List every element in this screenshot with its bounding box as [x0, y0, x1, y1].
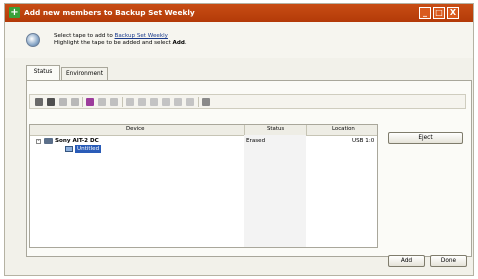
instruction-line-1: Select tape to add to Backup Set Weekly	[54, 33, 168, 39]
add-icon: +	[9, 7, 20, 18]
tape-drive-icon	[44, 138, 53, 144]
tab-environment[interactable]: Environment	[61, 67, 108, 80]
toolbar-separator	[198, 97, 199, 107]
tape-drive-icon	[26, 33, 40, 47]
done-button[interactable]: Done	[430, 255, 467, 267]
instruction-line-2: Highlight the tape to be added and selec…	[54, 40, 187, 46]
maximize-button[interactable]: □	[433, 7, 445, 19]
move-icon[interactable]	[110, 98, 118, 106]
toolbar	[29, 94, 466, 109]
backup-set-link[interactable]: Backup Set Weekly	[115, 33, 168, 39]
toolbar-separator	[82, 97, 83, 107]
instruction-bold: Add	[172, 40, 185, 46]
instruction-text: Highlight the tape to be added and selec…	[54, 40, 173, 46]
device-name[interactable]: Sony AIT-2 DC	[55, 138, 99, 144]
list-header: Device Status Location	[30, 125, 377, 136]
export-icon[interactable]	[138, 98, 146, 106]
instruction-text: Select tape to add to	[54, 33, 115, 39]
scan-icon[interactable]	[174, 98, 182, 106]
properties-icon[interactable]	[35, 98, 43, 106]
add-button[interactable]: Add	[388, 255, 425, 267]
instruction-text: .	[184, 40, 187, 46]
status-column-shade	[244, 135, 306, 247]
column-divider[interactable]	[306, 125, 307, 135]
eject-button[interactable]: Eject	[388, 132, 463, 144]
delete-icon[interactable]	[98, 98, 106, 106]
erase-icon[interactable]	[59, 98, 67, 106]
format-icon[interactable]	[71, 98, 79, 106]
toolbar-separator	[122, 97, 123, 107]
title-bar[interactable]: + Add new members to Backup Set Weekly _…	[5, 4, 473, 22]
device-status: Erased	[246, 138, 266, 144]
minimize-button[interactable]: _	[419, 7, 431, 19]
inventory-icon[interactable]	[47, 98, 55, 106]
device-location: USB 1:0	[352, 138, 375, 144]
column-device[interactable]: Device	[126, 126, 144, 132]
window-title: Add new members to Backup Set Weekly	[24, 8, 195, 17]
column-location[interactable]: Location	[332, 126, 355, 132]
column-status[interactable]: Status	[267, 126, 284, 132]
clean-icon[interactable]	[186, 98, 194, 106]
close-button[interactable]: X	[447, 7, 459, 19]
selected-tape-item[interactable]: Untitled	[75, 145, 102, 153]
instruction-header: Select tape to add to Backup Set Weekly …	[5, 22, 473, 58]
tab-status[interactable]: Status	[26, 65, 60, 80]
device-list[interactable]: Device Status Location - Sony AIT-2 DC E…	[29, 124, 378, 248]
label-icon[interactable]	[86, 98, 94, 106]
import-icon[interactable]	[126, 98, 134, 106]
help-icon[interactable]	[202, 98, 210, 106]
lock-icon[interactable]	[150, 98, 158, 106]
unlock-icon[interactable]	[162, 98, 170, 106]
column-divider[interactable]	[244, 125, 245, 135]
expand-toggle-icon[interactable]: -	[36, 139, 41, 144]
tape-icon	[65, 146, 73, 152]
